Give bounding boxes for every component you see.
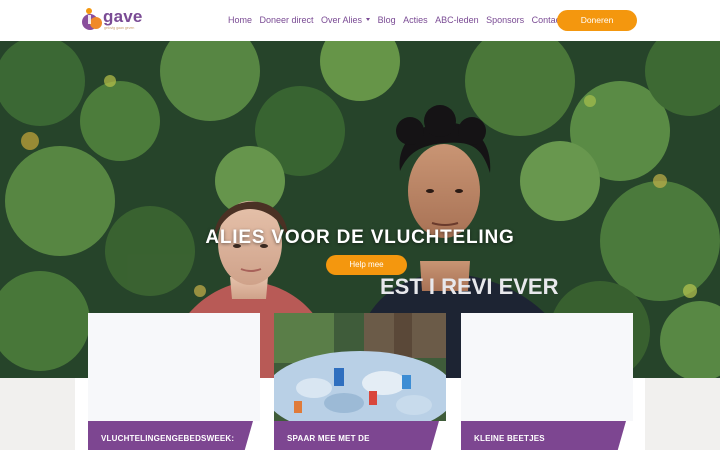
card-label: SPAAR MEE MET DE [274, 421, 439, 450]
logo-mark-icon [82, 8, 102, 30]
donate-button[interactable]: Doneren [557, 10, 637, 31]
top-navbar: gave gelovig gaan geven Home Doneer dire… [0, 0, 720, 41]
logo-wordmark: gave [103, 7, 143, 26]
nav-sponsors[interactable]: Sponsors [486, 13, 524, 27]
nav-doneer-direct[interactable]: Doneer direct [260, 13, 314, 27]
logo[interactable]: gave gelovig gaan geven [81, 7, 143, 33]
article-card[interactable]: KLEINE BEETJES [461, 313, 633, 450]
nav-over-alies[interactable]: Over Alies [321, 13, 371, 27]
article-card[interactable]: VLUCHTELINGENGEBEDSWEEK: [88, 313, 260, 450]
card-image-placeholder [461, 313, 633, 421]
card-label: VLUCHTELINGENGEBEDSWEEK: [88, 421, 253, 450]
card-label: KLEINE BEETJES [461, 421, 626, 450]
nav-abc-leden[interactable]: ABC-leden [435, 13, 479, 27]
chevron-down-icon [366, 18, 371, 21]
nav-blog[interactable]: Blog [378, 13, 396, 27]
card-title: VLUCHTELINGENGEBEDSWEEK: [101, 434, 235, 443]
card-title: SPAAR MEE MET DE [287, 434, 370, 443]
nav-over-alies-label: Over Alies [321, 15, 363, 25]
nav-home[interactable]: Home [228, 13, 252, 27]
card-title: KLEINE BEETJES [474, 434, 545, 443]
main-nav: Home Doneer direct Over Alies Blog Actie… [228, 13, 570, 27]
card-image-placeholder [88, 313, 260, 421]
logo-tagline: gelovig gaan geven [104, 26, 135, 30]
shirt-text: EST I REVI EVER [380, 274, 559, 299]
nav-acties[interactable]: Acties [403, 13, 428, 27]
hero-title: ALIES VOOR DE VLUCHTELING [205, 227, 515, 248]
plastic-bottles-image [274, 313, 446, 421]
article-card[interactable]: SPAAR MEE MET DE [274, 313, 446, 450]
help-mee-button[interactable]: Help mee [326, 255, 407, 275]
